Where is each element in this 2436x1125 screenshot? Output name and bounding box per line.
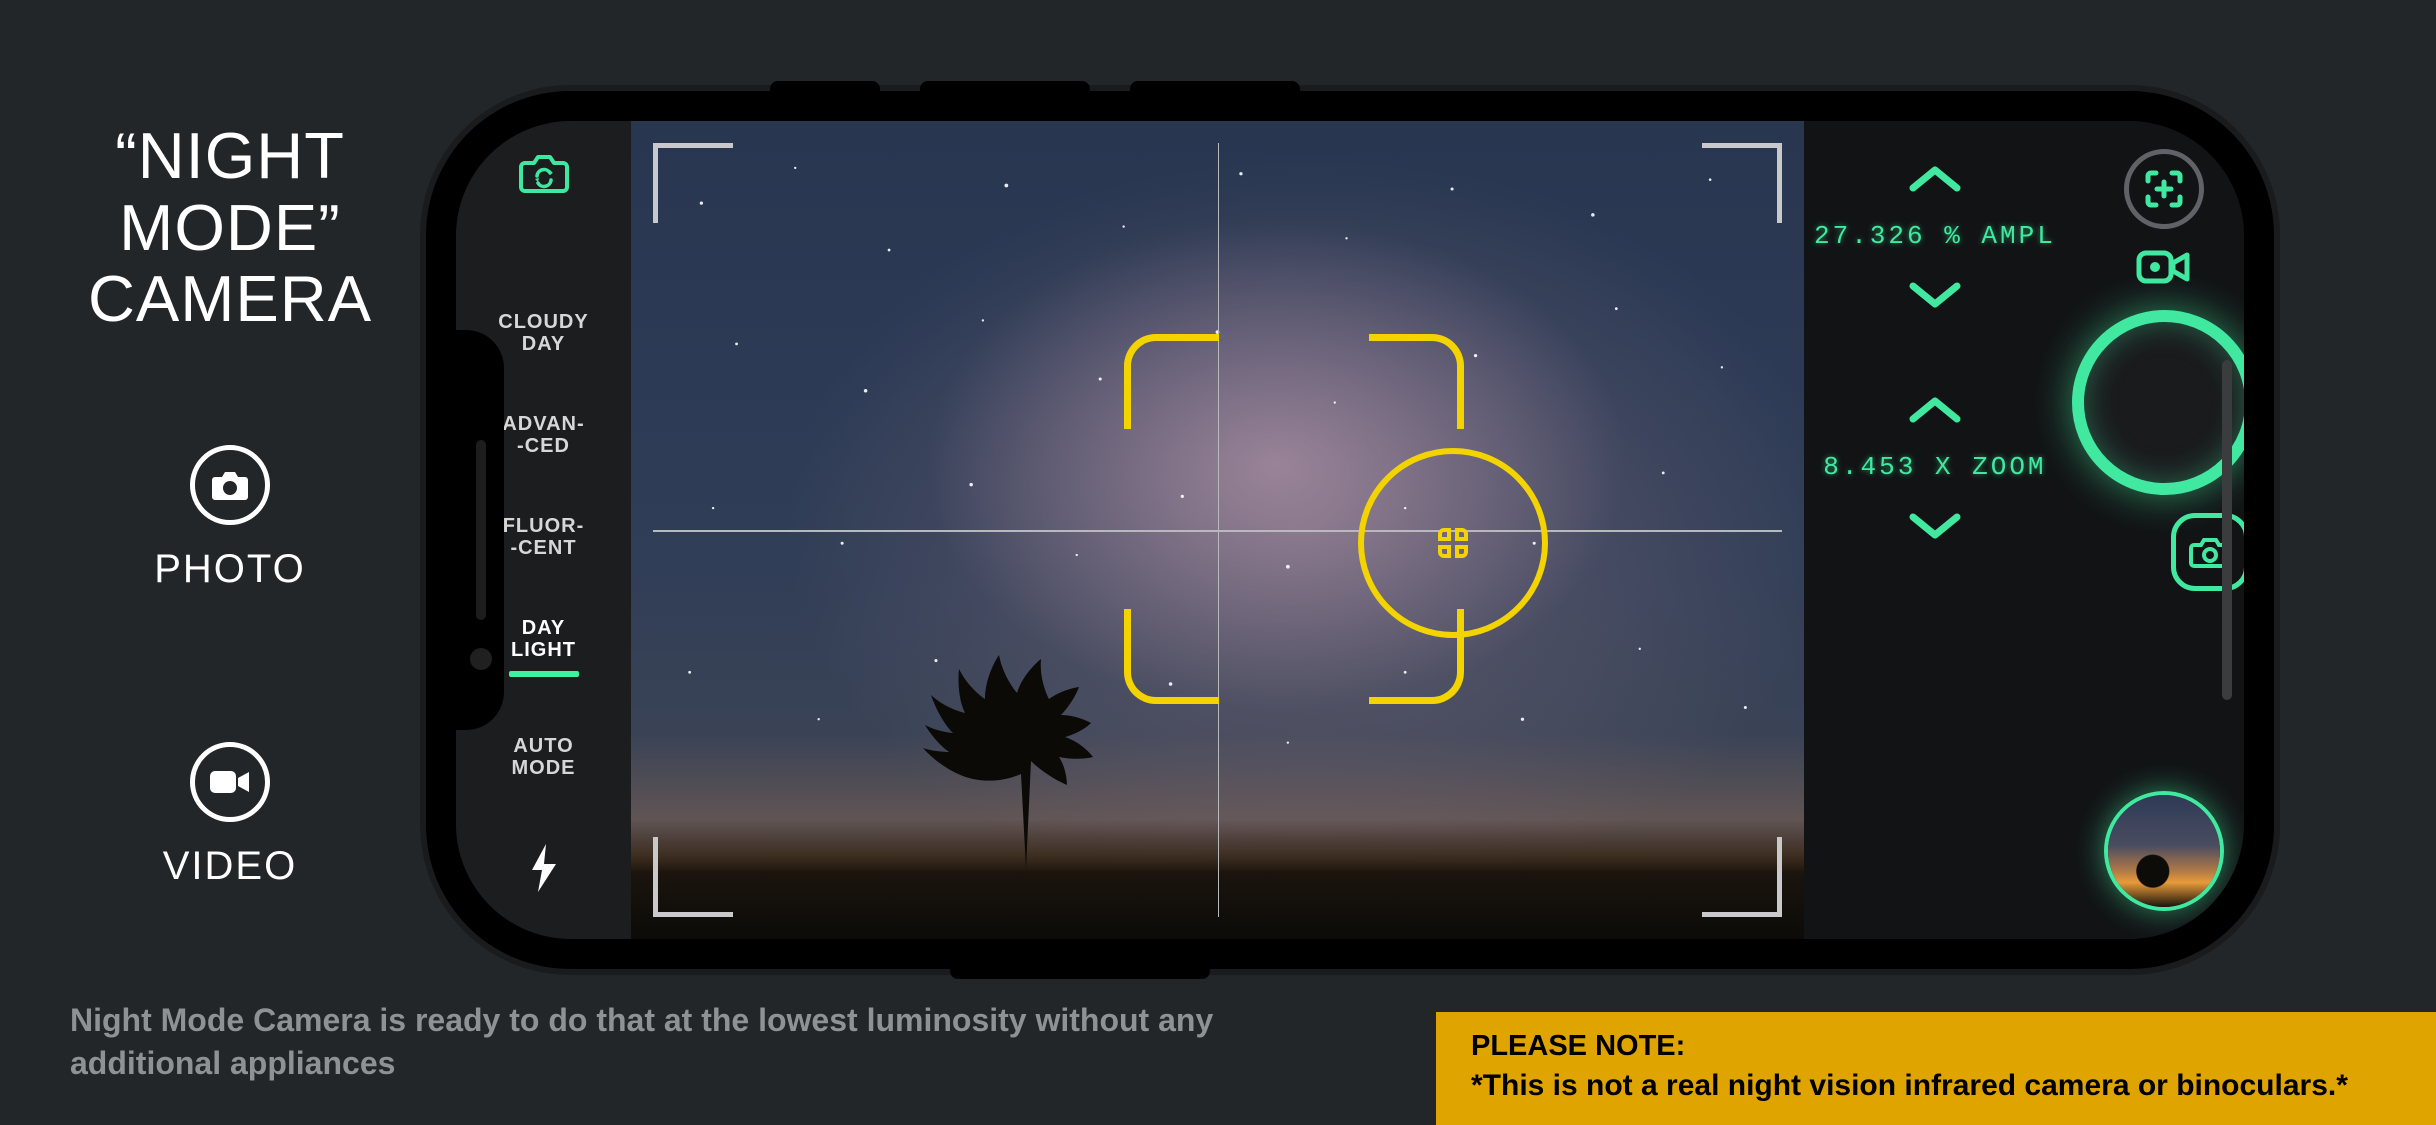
camera-app: CLOUDYDAYADVAN--CEDFLUOR--CENTDAYLIGHTAU… xyxy=(456,121,2244,939)
promo-photo-label: PHOTO xyxy=(154,547,306,592)
gallery-thumbnail[interactable] xyxy=(2104,791,2224,911)
zoom-up-button[interactable] xyxy=(1900,390,1970,430)
video-mode-button[interactable] xyxy=(2136,247,2192,292)
home-indicator xyxy=(2222,360,2232,700)
footer-caption: Night Mode Camera is ready to do that at… xyxy=(70,999,1320,1085)
phone-frame: CLOUDYDAYADVAN--CEDFLUOR--CENTDAYLIGHTAU… xyxy=(430,95,2270,965)
viewfinder[interactable] xyxy=(631,121,1804,939)
flash-button[interactable] xyxy=(528,842,560,899)
phone-screen: CLOUDYDAYADVAN--CEDFLUOR--CENTDAYLIGHTAU… xyxy=(456,121,2244,939)
footer-note-heading: PLEASE NOTE: xyxy=(1471,1028,2401,1066)
phone-side-button xyxy=(770,81,880,95)
phone-side-button xyxy=(950,965,1210,979)
focus-add-button[interactable] xyxy=(2124,149,2204,229)
promo-panel: “NIGHT MODE” CAMERA PHOTO VIDEO xyxy=(45,120,415,889)
phone-side-button xyxy=(1130,81,1300,95)
camera-switch-button[interactable] xyxy=(518,151,570,198)
mode-label: CLOUDY xyxy=(456,311,631,333)
zoom-down-button[interactable] xyxy=(1900,506,1970,546)
promo-video-label: VIDEO xyxy=(163,844,297,889)
tree-silhouette xyxy=(901,639,1161,869)
ampl-up-button[interactable] xyxy=(1900,159,1970,199)
promo-title: “NIGHT MODE” CAMERA xyxy=(45,120,415,335)
promo-photo: PHOTO xyxy=(45,445,415,592)
viewfinder-corner xyxy=(653,143,733,223)
action-column xyxy=(2066,121,2244,939)
camera-icon xyxy=(190,445,270,525)
ampl-readout: 27.326 % AMPL xyxy=(1814,221,2056,251)
promo-video: VIDEO xyxy=(45,742,415,889)
phone-notch xyxy=(456,330,504,730)
front-camera xyxy=(470,648,492,670)
focus-bracket xyxy=(1124,334,1464,704)
speaker xyxy=(476,440,486,620)
control-panel: 27.326 % AMPL 8.453 X ZOOM xyxy=(1804,121,2244,939)
viewfinder-corner xyxy=(1702,143,1782,223)
promo-title-line: CAMERA xyxy=(88,262,372,335)
footer-note-body: *This is not a real night vision infrare… xyxy=(1471,1066,2401,1105)
ampl-down-button[interactable] xyxy=(1900,275,1970,315)
phone-side-button xyxy=(920,81,1090,95)
zoom-readout: 8.453 X ZOOM xyxy=(1823,452,2046,482)
mode-auto[interactable]: AUTOMODE xyxy=(456,735,631,779)
shutter-button[interactable] xyxy=(2072,310,2244,495)
adjust-column: 27.326 % AMPL 8.453 X ZOOM xyxy=(1804,121,2066,939)
mode-label: AUTO xyxy=(456,735,631,757)
footer-note: PLEASE NOTE: *This is not a real night v… xyxy=(1436,1012,2436,1125)
mode-label: MODE xyxy=(456,757,631,779)
promo-title-line: MODE” xyxy=(119,191,341,264)
photo-mode-button[interactable] xyxy=(2171,513,2244,591)
video-icon xyxy=(190,742,270,822)
promo-title-line: “NIGHT xyxy=(115,119,345,192)
